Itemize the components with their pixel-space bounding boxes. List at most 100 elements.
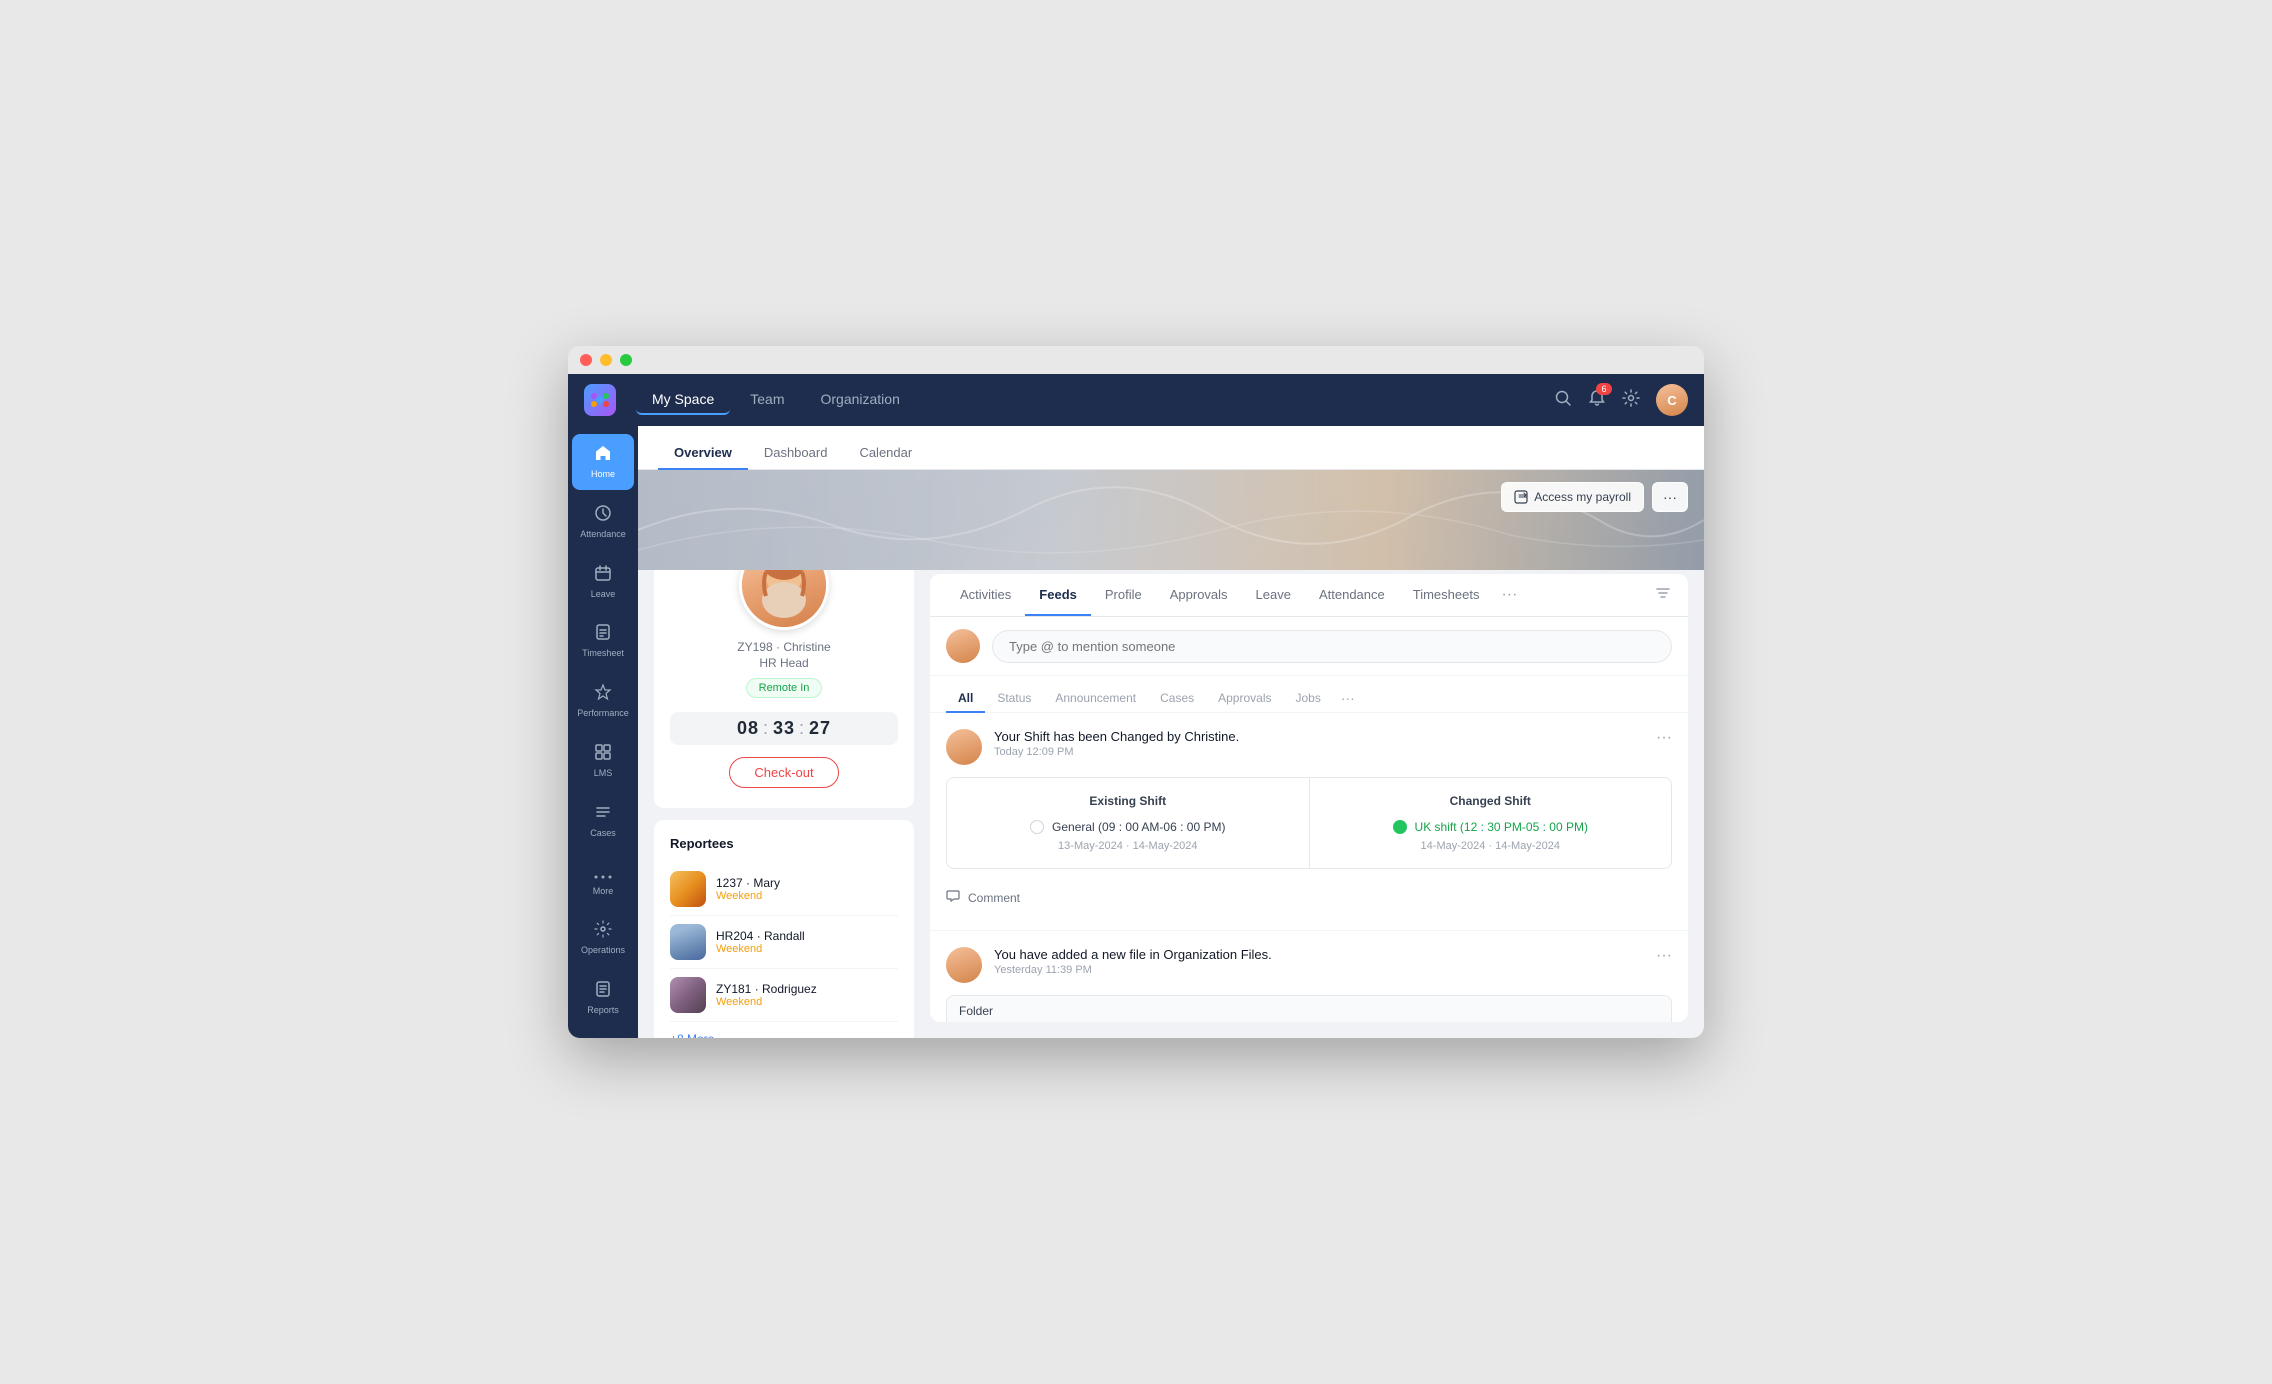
two-col-layout: ZY198 · Christine HR Head Remote In 08 :… <box>638 570 1704 1038</box>
user-avatar[interactable]: C <box>1656 384 1688 416</box>
reportee-avatar <box>670 977 706 1013</box>
profile-role: HR Head <box>670 656 898 670</box>
changed-shift-date: 14-May-2024 · 14-May-2024 <box>1326 840 1656 852</box>
existing-shift-date: 13-May-2024 · 14-May-2024 <box>963 840 1293 852</box>
sidebar-item-attendance[interactable]: Attendance <box>572 494 634 550</box>
list-item: ZY181 · Rodriguez Weekend <box>670 969 898 1022</box>
existing-shift-option: General (09 : 00 AM-06 : 00 PM) <box>963 820 1293 834</box>
feed-avatar <box>946 729 982 765</box>
status-badge: Remote In <box>746 678 823 698</box>
time-seconds: 27 <box>809 718 831 739</box>
mention-input[interactable] <box>992 630 1672 663</box>
tab-timesheets[interactable]: Timesheets <box>1399 575 1494 616</box>
app-window: My Space Team Organization 6 <box>568 346 1704 1038</box>
maximize-dot[interactable] <box>620 354 632 366</box>
content-area: Overview Dashboard Calendar <box>638 426 1704 1038</box>
filter-tab-status[interactable]: Status <box>985 685 1043 713</box>
close-dot[interactable] <box>580 354 592 366</box>
sidebar-item-performance[interactable]: Performance <box>572 673 634 729</box>
filter-tabs: All Status Announcement Cases Approvals … <box>930 676 1688 713</box>
mention-area <box>930 617 1688 676</box>
sidebar-operations-label: Operations <box>581 945 625 956</box>
tab-more-icon[interactable]: ··· <box>1493 574 1525 616</box>
feed-item-menu-icon[interactable]: ··· <box>1656 729 1672 747</box>
sidebar-item-more[interactable]: More <box>572 853 634 907</box>
shift-comparison: Existing Shift General (09 : 00 AM-06 : … <box>946 777 1672 869</box>
filter-tab-all[interactable]: All <box>946 685 985 713</box>
reportee-info: HR204 · Randall Weekend <box>716 929 898 955</box>
notification-badge: 6 <box>1596 383 1612 395</box>
sidebar-item-operations[interactable]: Operations <box>572 910 634 966</box>
feed-items-list: Your Shift has been Changed by Christine… <box>930 713 1688 1022</box>
folder-table-header: Folder <box>947 996 1671 1022</box>
tab-leave[interactable]: Leave <box>1242 575 1305 616</box>
subnav-overview[interactable]: Overview <box>658 437 748 470</box>
access-payroll-button[interactable]: Access my payroll <box>1501 482 1644 512</box>
filter-icon[interactable] <box>1654 584 1672 607</box>
sidebar-item-leave[interactable]: Leave <box>572 554 634 610</box>
sidebar-item-reports[interactable]: Reports <box>572 970 634 1026</box>
time-sep-2: : <box>799 718 805 739</box>
sidebar-reports-label: Reports <box>587 1005 619 1016</box>
minimize-dot[interactable] <box>600 354 612 366</box>
list-item: You have added a new file in Organizatio… <box>930 931 1688 1022</box>
sidebar-cases-label: Cases <box>590 828 616 839</box>
filter-tab-approvals[interactable]: Approvals <box>1206 685 1283 713</box>
sidebar-home-label: Home <box>591 469 615 480</box>
filter-tab-announcement[interactable]: Announcement <box>1043 685 1148 713</box>
top-navigation: My Space Team Organization 6 <box>568 374 1704 426</box>
profile-banner-area: Access my payroll ··· <box>638 470 1704 1038</box>
leave-icon <box>594 564 612 587</box>
checkout-button[interactable]: Check-out <box>729 757 838 788</box>
feed-item-time: Today 12:09 PM <box>994 746 1644 758</box>
profile-banner: Access my payroll ··· <box>638 470 1704 570</box>
reportee-status: Weekend <box>716 890 898 902</box>
topnav-item-myspace[interactable]: My Space <box>636 385 730 415</box>
changed-shift-title: Changed Shift <box>1326 794 1656 808</box>
feed-tab-bar: Activities Feeds Profile Approvals Leave… <box>930 574 1688 617</box>
reportee-id-name: HR204 · Randall <box>716 929 898 943</box>
sidebar-item-cases[interactable]: Cases <box>572 793 634 849</box>
settings-icon[interactable] <box>1622 389 1640 412</box>
filter-more-icon[interactable]: ··· <box>1333 684 1363 712</box>
time-hours: 08 <box>737 718 759 739</box>
banner-more-button[interactable]: ··· <box>1652 482 1688 512</box>
home-icon <box>594 444 612 467</box>
radio-empty <box>1030 820 1044 834</box>
notifications-icon[interactable]: 6 <box>1588 389 1606 412</box>
feed-item-time: Yesterday 11:39 PM <box>994 964 1644 976</box>
tab-profile[interactable]: Profile <box>1091 575 1156 616</box>
sidebar-more-label: More <box>593 886 614 897</box>
feed-item-menu-icon[interactable]: ··· <box>1656 947 1672 965</box>
feed-item-content: You have added a new file in Organizatio… <box>994 947 1644 976</box>
sidebar-item-timesheet[interactable]: Timesheet <box>572 613 634 669</box>
reportee-id-name: ZY181 · Rodriguez <box>716 982 898 996</box>
reportee-id-name: 1237 · Mary <box>716 876 898 890</box>
comment-row[interactable]: Comment <box>946 881 1672 914</box>
comment-icon <box>946 889 960 906</box>
tab-activities[interactable]: Activities <box>946 575 1025 616</box>
titlebar <box>568 346 1704 374</box>
topnav-item-organization[interactable]: Organization <box>804 385 915 415</box>
reports-icon <box>594 980 612 1003</box>
filter-tab-jobs[interactable]: Jobs <box>1284 685 1333 713</box>
reportee-status: Weekend <box>716 996 898 1008</box>
topnav-item-team[interactable]: Team <box>734 385 800 415</box>
search-icon[interactable] <box>1554 389 1572 412</box>
tab-attendance[interactable]: Attendance <box>1305 575 1399 616</box>
tab-feeds[interactable]: Feeds <box>1025 575 1091 616</box>
feed-item-title: Your Shift has been Changed by Christine… <box>994 729 1644 744</box>
filter-tab-cases[interactable]: Cases <box>1148 685 1206 713</box>
subnav-dashboard[interactable]: Dashboard <box>748 437 844 470</box>
changed-shift-name: UK shift (12 : 30 PM-05 : 00 PM) <box>1415 820 1588 834</box>
sidebar-item-lms[interactable]: LMS <box>572 733 634 789</box>
sidebar-item-home[interactable]: Home <box>572 434 634 490</box>
attendance-icon <box>594 504 612 527</box>
reportees-more-link[interactable]: +8 More <box>670 1032 898 1038</box>
subnav-calendar[interactable]: Calendar <box>843 437 928 470</box>
tab-approvals[interactable]: Approvals <box>1156 575 1242 616</box>
radio-filled <box>1393 820 1407 834</box>
reportee-info: 1237 · Mary Weekend <box>716 876 898 902</box>
feed-item-header: You have added a new file in Organizatio… <box>946 947 1672 983</box>
list-item: Your Shift has been Changed by Christine… <box>930 713 1688 931</box>
